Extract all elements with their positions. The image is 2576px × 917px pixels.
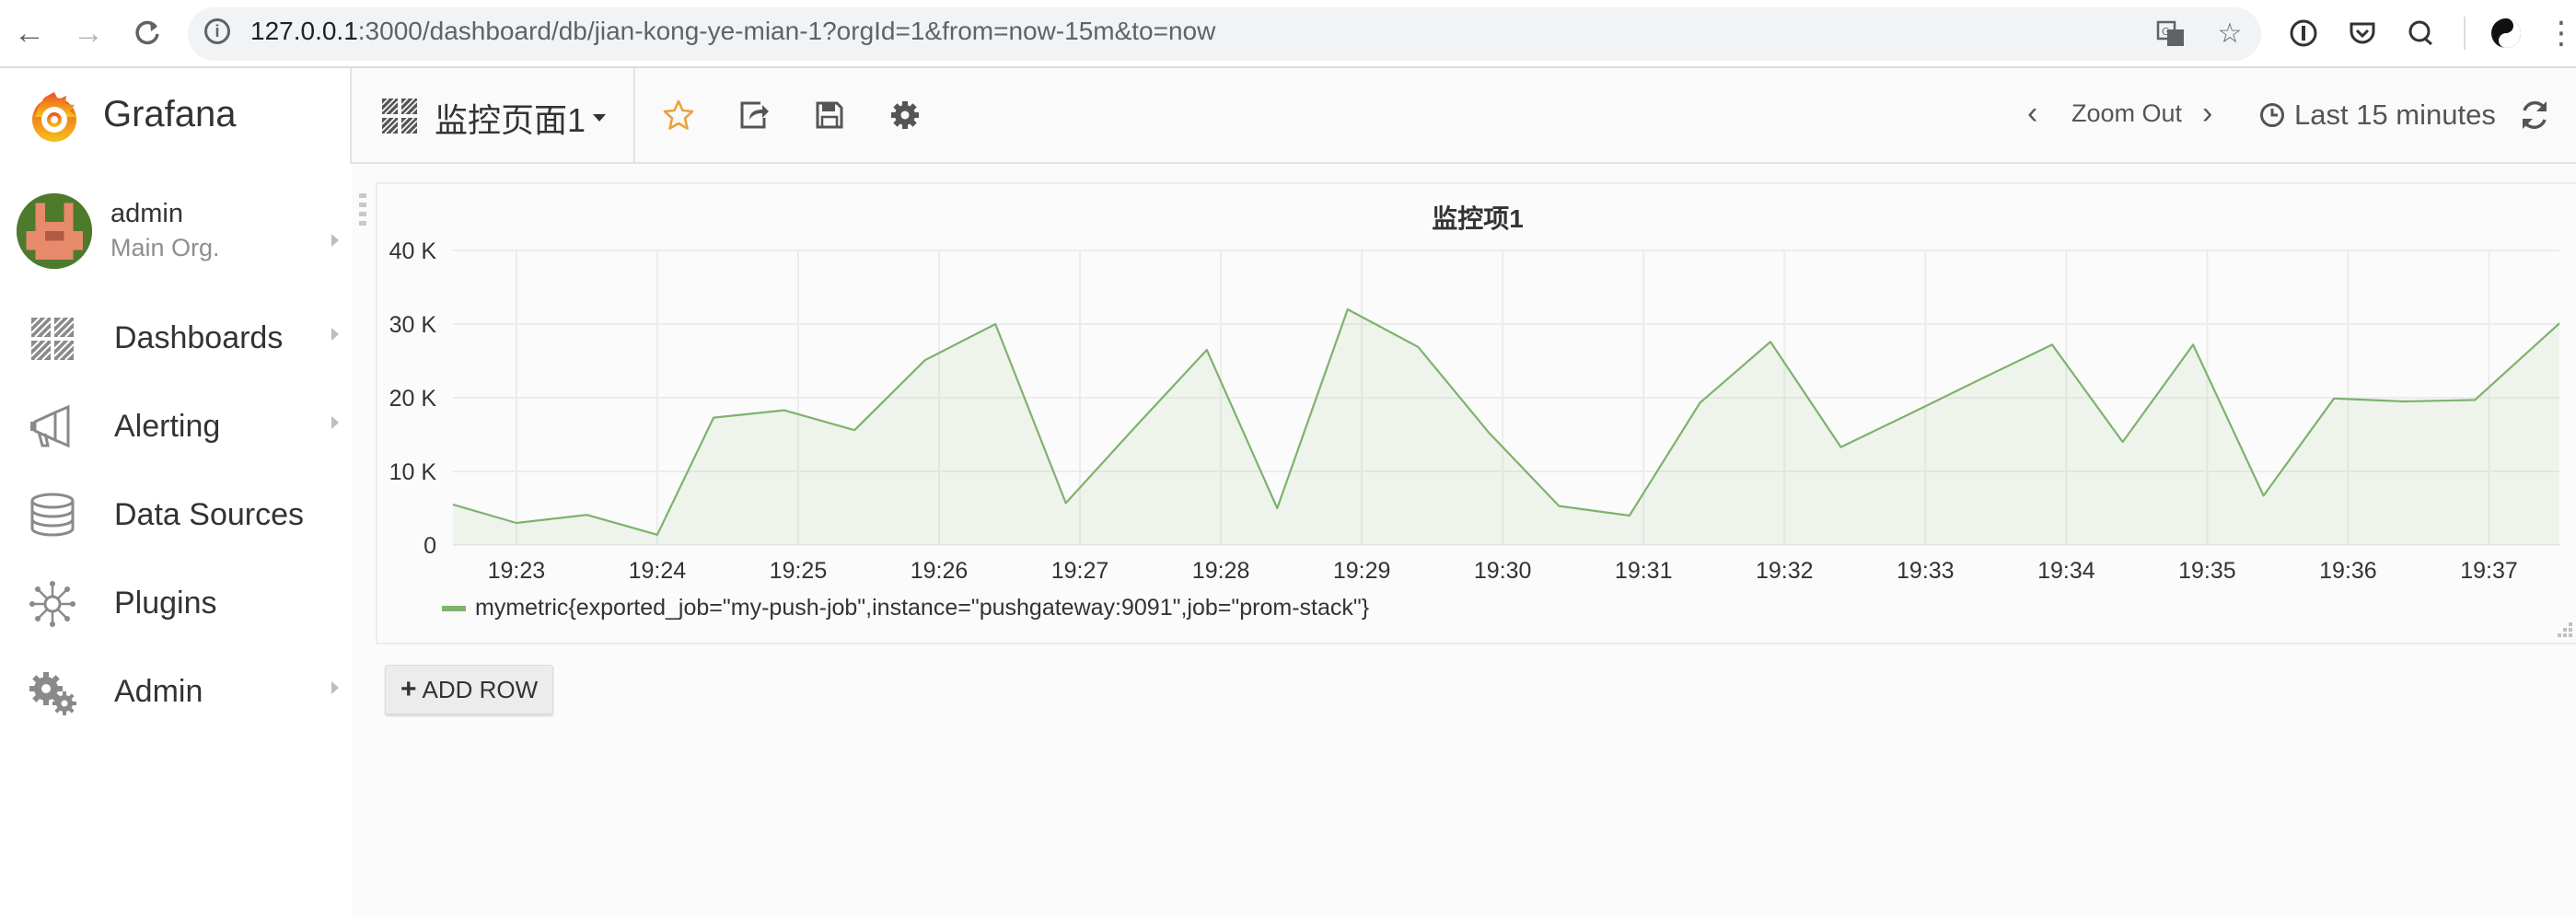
info-icon[interactable]: i [204, 18, 230, 44]
share-dashboard-button[interactable] [731, 92, 777, 138]
plugins-icon [29, 581, 75, 627]
star-icon [663, 99, 694, 130]
panel-title[interactable]: 监控项1 [377, 199, 2576, 236]
menu-dots-icon[interactable]: ⋮ [2543, 15, 2576, 52]
plus-icon: + [400, 674, 417, 704]
browser-toolbar: ← → i 127.0.0.1:3000/dashboard/db/jian-k… [0, 0, 2576, 68]
chevron-right-icon [331, 416, 339, 429]
time-shift-forward-icon[interactable]: › [2202, 96, 2212, 132]
avatar[interactable] [17, 193, 92, 269]
sidebar-item-label: Dashboards [114, 320, 284, 355]
time-range-label: Last 15 minutes [2294, 99, 2496, 131]
caret-down-icon [593, 114, 606, 122]
svg-text:G: G [2162, 26, 2170, 38]
y-tick-label: 0 [424, 533, 436, 559]
chevron-right-icon [331, 328, 339, 341]
x-tick-label: 19:33 [1897, 558, 1955, 584]
user-menu[interactable]: admin Main Org. [0, 184, 350, 296]
dashboards-grid-icon [30, 317, 75, 361]
zoom-out-button[interactable]: Zoom Out [2071, 99, 2182, 128]
add-row-button[interactable]: + ADD ROW [385, 665, 554, 714]
dashboard-settings-button[interactable] [882, 92, 928, 138]
grafana-logo-icon[interactable] [24, 87, 85, 147]
dashboards-grid-icon [381, 98, 418, 134]
dashboard-title: 监控页面1 [435, 101, 586, 139]
dashboard-navbar: 监控页面1 ‹ Zoom Out › Last 15 minutes [350, 68, 2576, 164]
x-tick-label: 19:25 [770, 558, 828, 584]
user-name: admin [110, 199, 183, 228]
forward-icon[interactable]: → [68, 13, 109, 53]
sidebar-item-label: Plugins [114, 586, 217, 621]
sidebar-item-label: Admin [114, 674, 203, 709]
reload-icon[interactable] [127, 13, 168, 53]
share-icon [740, 101, 769, 129]
x-tick-label: 19:27 [1051, 558, 1109, 584]
panel-resize-handle-icon[interactable] [2554, 619, 2574, 639]
add-row-label: ADD ROW [422, 675, 539, 703]
chevron-right-icon [331, 234, 339, 247]
sidebar-item-label: Alerting [114, 409, 221, 444]
dashboard-canvas: 0 10 K 20 K 30 K 40 K 19:23 19:24 19:25 19:26 19:… [352, 164, 2576, 917]
y-tick-label: 40 K [389, 238, 437, 264]
sidebar-item-alerting[interactable]: Alerting [0, 383, 350, 471]
x-tick-label: 19:31 [1615, 558, 1673, 584]
x-tick-label: 19:26 [911, 558, 969, 584]
sidebar: Grafana admin Main Org. Dashboards Alert… [0, 68, 350, 917]
profile-avatar-icon[interactable] [2488, 15, 2524, 52]
search-extension-icon[interactable] [2403, 15, 2440, 52]
time-range-picker[interactable]: Last 15 minutes [2259, 94, 2496, 136]
chevron-right-icon [331, 681, 339, 694]
sidebar-item-label: Data Sources [114, 497, 304, 532]
sidebar-item-dashboards[interactable]: Dashboards [0, 295, 350, 383]
time-shift-back-icon[interactable]: ‹ [2027, 96, 2037, 132]
x-tick-label: 19:37 [2460, 558, 2518, 584]
x-tick-label: 19:23 [488, 558, 546, 584]
clock-icon [2260, 103, 2284, 127]
brand-name[interactable]: Grafana [103, 94, 237, 135]
x-tick-label: 19:30 [1474, 558, 1532, 584]
dashboard-picker[interactable]: 监控页面1 [352, 68, 635, 162]
refresh-button[interactable] [2512, 92, 2558, 138]
toolbar-divider [2464, 17, 2466, 50]
row-drag-handle-icon[interactable] [359, 193, 366, 226]
graph-chart: 0 10 K 20 K 30 K 40 K 19:23 19:24 19:25 19:26 19:… [389, 238, 2560, 584]
refresh-icon [2523, 100, 2547, 130]
x-tick-label: 19:32 [1756, 558, 1814, 584]
database-icon [30, 493, 75, 537]
graph-panel[interactable]: 0 10 K 20 K 30 K 40 K 19:23 19:24 19:25 19:26 19:… [376, 182, 2576, 644]
megaphone-icon [30, 404, 70, 448]
translate-icon[interactable]: G [2152, 15, 2189, 52]
x-tick-label: 19:35 [2178, 558, 2236, 584]
series-area [453, 309, 2559, 545]
legend: mymetric{exported_job="my-push-job",inst… [442, 595, 1369, 621]
y-tick-label: 30 K [389, 312, 437, 338]
legend-swatch[interactable] [442, 605, 466, 611]
star-icon[interactable]: ☆ [2211, 15, 2248, 52]
pocket-icon[interactable] [2344, 15, 2381, 52]
y-tick-label: 10 K [389, 459, 437, 485]
sidebar-item-plugins[interactable]: Plugins [0, 560, 350, 648]
legend-series-label[interactable]: mymetric{exported_job="my-push-job",inst… [475, 595, 1369, 621]
save-icon [816, 101, 843, 129]
back-icon[interactable]: ← [9, 13, 50, 53]
x-tick-label: 19:24 [629, 558, 687, 584]
x-tick-label: 19:36 [2319, 558, 2377, 584]
sidebar-item-admin[interactable]: Admin [0, 648, 350, 737]
save-dashboard-button[interactable] [806, 92, 853, 138]
user-org: Main Org. [110, 234, 220, 261]
gears-icon [29, 672, 76, 715]
extension-1password-icon[interactable] [2285, 15, 2322, 52]
x-tick-label: 19:28 [1192, 558, 1250, 584]
star-dashboard-button[interactable] [656, 92, 702, 138]
gear-icon [891, 101, 919, 129]
sidebar-item-data-sources[interactable]: Data Sources [0, 471, 350, 560]
x-tick-label: 19:29 [1333, 558, 1391, 584]
y-tick-label: 20 K [389, 386, 437, 412]
x-tick-label: 19:34 [2037, 558, 2095, 584]
url-text[interactable]: 127.0.0.1:3000/dashboard/db/jian-kong-ye… [250, 15, 1215, 48]
